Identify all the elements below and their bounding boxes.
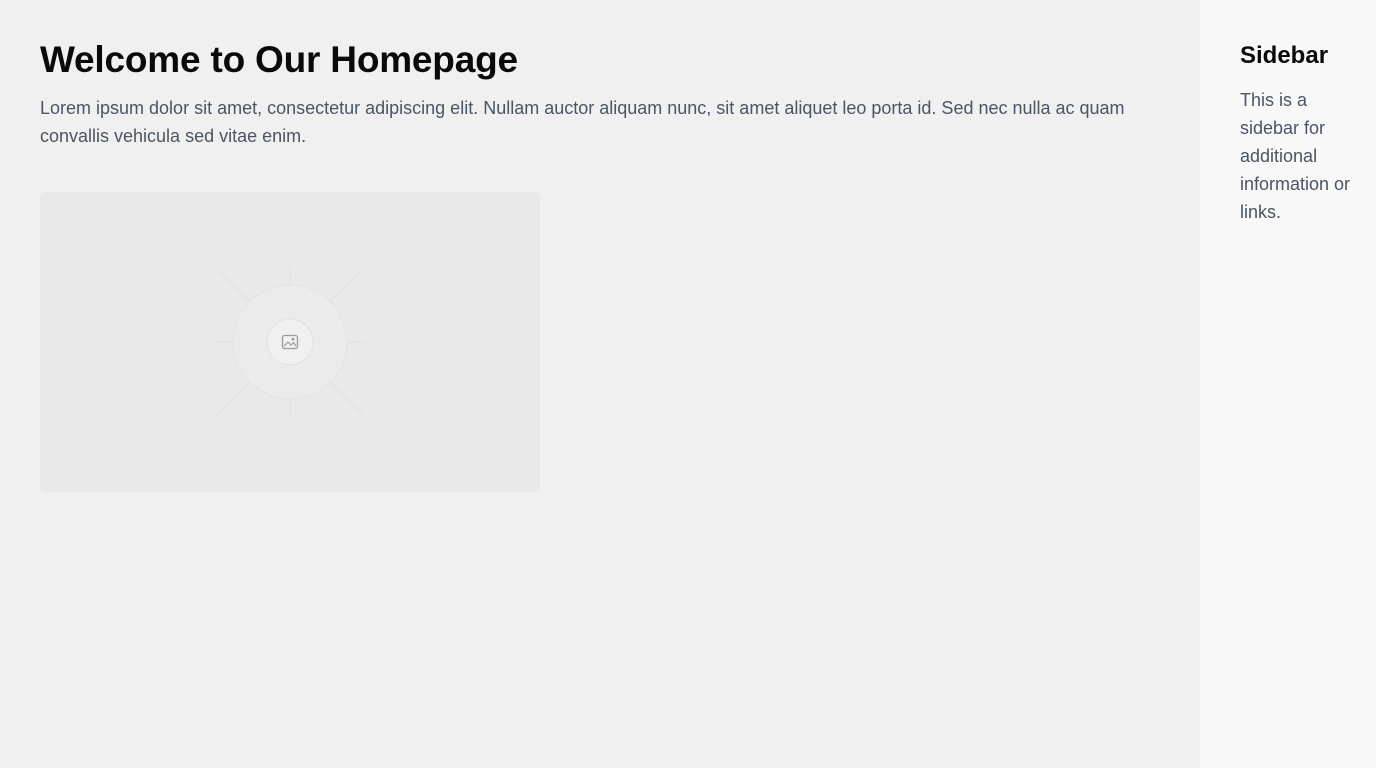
sidebar-text: This is a sidebar for additional informa… [1240,90,1351,222]
image-placeholder [40,192,540,492]
image-placeholder-graphic [215,267,365,417]
sidebar-title: Sidebar [1240,42,1329,69]
sidebar: Sidebar This is a sidebar for additional… [1200,0,1376,768]
intro-text: Lorem ipsum dolor sit amet, consectetur … [40,98,1125,146]
main-content: Welcome to Our Homepage Lorem ipsum dolo… [0,0,1200,768]
page-title: Welcome to Our Homepage [40,39,518,80]
page: Welcome to Our Homepage Lorem ipsum dolo… [0,0,1376,768]
